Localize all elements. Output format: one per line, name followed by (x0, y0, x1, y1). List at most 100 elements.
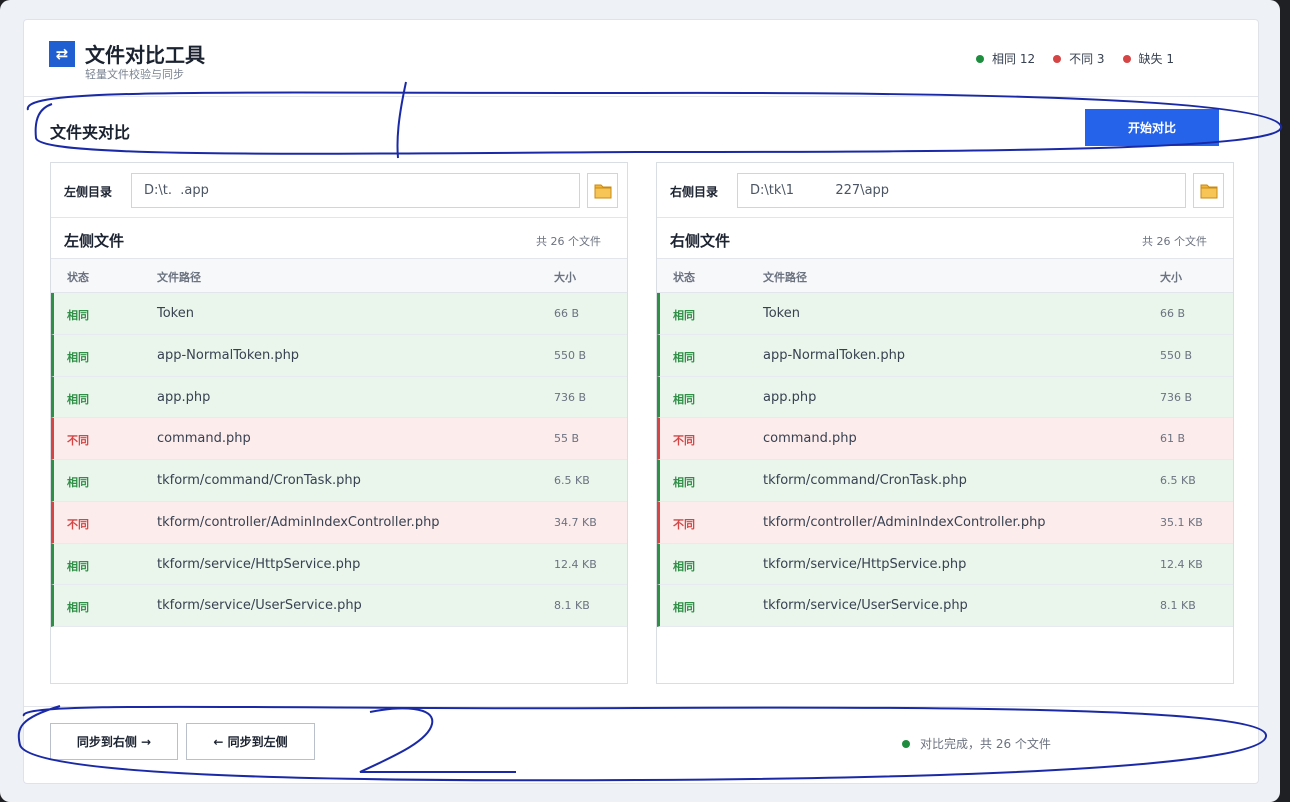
row-status: 相同 (673, 392, 695, 406)
right-files-head: 右侧文件 共 26 个文件 (657, 218, 1233, 259)
left-browse-button[interactable] (587, 173, 618, 208)
right-dir-input[interactable] (737, 173, 1186, 208)
row-status: 不同 (673, 517, 695, 531)
row-path: tkform/service/UserService.php (157, 598, 362, 614)
row-path: tkform/command/CronTask.php (157, 473, 361, 488)
section-title: 文件夹对比 (50, 123, 131, 142)
left-files-title: 左侧文件 (64, 232, 125, 250)
table-row[interactable]: 相同 tkform/service/UserService.php 8.1 KB (657, 585, 1233, 627)
left-dir-row: 左侧目录 (51, 163, 627, 218)
row-size: 8.1 KB (554, 599, 590, 613)
swap-icon: ⇄ (49, 41, 75, 67)
table-row[interactable]: 相同 tkform/service/HttpService.php 12.4 KB (51, 543, 627, 586)
left-panel: 左侧目录 左侧文件 共 26 个文件 状态 文件路径 大小 相同 Token 66 … (50, 162, 628, 684)
row-size: 8.1 KB (1160, 599, 1196, 613)
table-row[interactable]: 相同 app.php 736 B (51, 376, 627, 419)
row-status: 相同 (673, 309, 695, 322)
main-card: ⇄ 文件对比工具 轻量文件校验与同步 相同 12 不同 3 缺失 1 文件夹对比… (23, 19, 1259, 784)
table-row[interactable]: 相同 Token 66 B (51, 293, 627, 335)
table-row[interactable]: 相同 app-NormalToken.php 550 B (657, 334, 1233, 377)
row-status: 相同 (673, 476, 695, 489)
row-status: 相同 (67, 601, 89, 615)
stat-missing: 缺失 1 (1122, 50, 1174, 67)
row-path: Token (763, 306, 800, 321)
row-path: tkform/controller/AdminIndexController.p… (157, 514, 440, 530)
table-row[interactable]: 不同 command.php 55 B (51, 418, 627, 460)
row-path: command.php (157, 431, 251, 447)
left-dir-input[interactable] (131, 173, 580, 208)
row-status: 相同 (673, 601, 695, 615)
right-dir-label: 右侧目录 (670, 185, 719, 199)
app-title: 文件对比工具 (85, 43, 205, 67)
app-subtitle: 轻量文件校验与同步 (85, 68, 184, 81)
row-size: 736 B (1160, 390, 1193, 404)
row-path: app-NormalToken.php (157, 347, 300, 363)
left-files-head: 左侧文件 共 26 个文件 (51, 218, 627, 259)
sync-to-left-button[interactable]: ← 同步到左侧 (186, 723, 315, 760)
row-status: 不同 (67, 434, 89, 448)
stat-missing-label: 缺失 1 (1138, 52, 1174, 66)
col-path: 文件路径 (157, 271, 201, 284)
row-path: Token (157, 306, 194, 321)
right-files-count: 共 26 个文件 (1142, 235, 1207, 248)
row-size: 736 B (554, 390, 587, 404)
row-path: tkform/service/UserService.php (763, 598, 968, 614)
row-size: 6.5 KB (1160, 474, 1196, 487)
sync-to-right-button[interactable]: 同步到右侧 → (50, 723, 178, 760)
table-row[interactable]: 相同 tkform/command/CronTask.php 6.5 KB (51, 460, 627, 502)
row-size: 35.1 KB (1160, 515, 1203, 529)
row-size: 66 B (1160, 307, 1186, 320)
left-dir-label: 左侧目录 (64, 185, 113, 199)
table-row[interactable]: 不同 tkform/controller/AdminIndexController… (657, 501, 1233, 544)
table-row[interactable]: 相同 app-NormalToken.php 550 B (51, 334, 627, 377)
row-status: 不同 (67, 517, 89, 531)
right-browse-button[interactable] (1193, 173, 1224, 208)
row-size: 6.5 KB (554, 474, 590, 487)
right-file-list: 相同 Token 66 B 相同 app-NormalToken.php 550 B 相同 a… (657, 293, 1233, 627)
start-compare-button[interactable]: 开始对比 (1085, 109, 1219, 146)
left-file-list: 相同 Token 66 B 相同 app-NormalToken.php 550 B 相同 a… (51, 293, 627, 627)
folder-icon (1200, 184, 1218, 199)
left-files-count: 共 26 个文件 (536, 235, 601, 248)
stat-same: 相同 12 (976, 50, 1035, 67)
col-size: 大小 (1160, 271, 1182, 284)
row-status: 相同 (67, 476, 89, 489)
row-path: command.php (763, 431, 857, 447)
col-status: 状态 (673, 271, 695, 284)
right-dir-row: 右侧目录 (657, 163, 1233, 218)
table-row[interactable]: 相同 tkform/command/CronTask.php 6.5 KB (657, 460, 1233, 502)
row-size: 34.7 KB (554, 515, 597, 529)
row-path: tkform/service/HttpService.php (763, 556, 967, 572)
row-path: tkform/service/HttpService.php (157, 556, 361, 572)
row-status: 相同 (673, 350, 695, 364)
row-path: tkform/controller/AdminIndexController.p… (763, 514, 1046, 530)
stat-same-label: 相同 12 (992, 52, 1036, 66)
table-row[interactable]: 不同 command.php 61 B (657, 418, 1233, 460)
row-size: 61 B (1160, 432, 1186, 446)
row-status: 相同 (67, 350, 89, 364)
folder-icon (594, 184, 612, 199)
row-status: 相同 (673, 559, 695, 573)
row-size: 66 B (554, 307, 580, 320)
table-row[interactable]: 相同 tkform/service/HttpService.php 12.4 KB (657, 543, 1233, 586)
dot-icon (976, 54, 984, 63)
row-status: 相同 (67, 559, 89, 573)
row-path: app-NormalToken.php (763, 347, 906, 363)
row-path: app.php (763, 389, 817, 405)
table-row[interactable]: 相同 tkform/service/UserService.php 8.1 KB (51, 585, 627, 627)
stat-diff-label: 不同 3 (1069, 52, 1105, 66)
table-row[interactable]: 不同 tkform/controller/AdminIndexController… (51, 501, 627, 544)
row-path: tkform/command/CronTask.php (763, 473, 967, 488)
row-status: 相同 (67, 309, 89, 322)
summary-stats: 相同 12 不同 3 缺失 1 (976, 50, 1174, 67)
stat-diff: 不同 3 (1053, 50, 1105, 67)
row-size: 12.4 KB (554, 557, 597, 571)
col-path: 文件路径 (763, 271, 807, 284)
table-row[interactable]: 相同 app.php 736 B (657, 376, 1233, 419)
table-row[interactable]: 相同 Token 66 B (657, 293, 1233, 335)
dot-icon (1053, 54, 1062, 63)
row-size: 55 B (554, 432, 580, 446)
dot-icon (902, 739, 910, 748)
row-size: 550 B (1160, 348, 1193, 362)
app-header: ⇄ 文件对比工具 轻量文件校验与同步 相同 12 不同 3 缺失 1 (24, 20, 1258, 97)
